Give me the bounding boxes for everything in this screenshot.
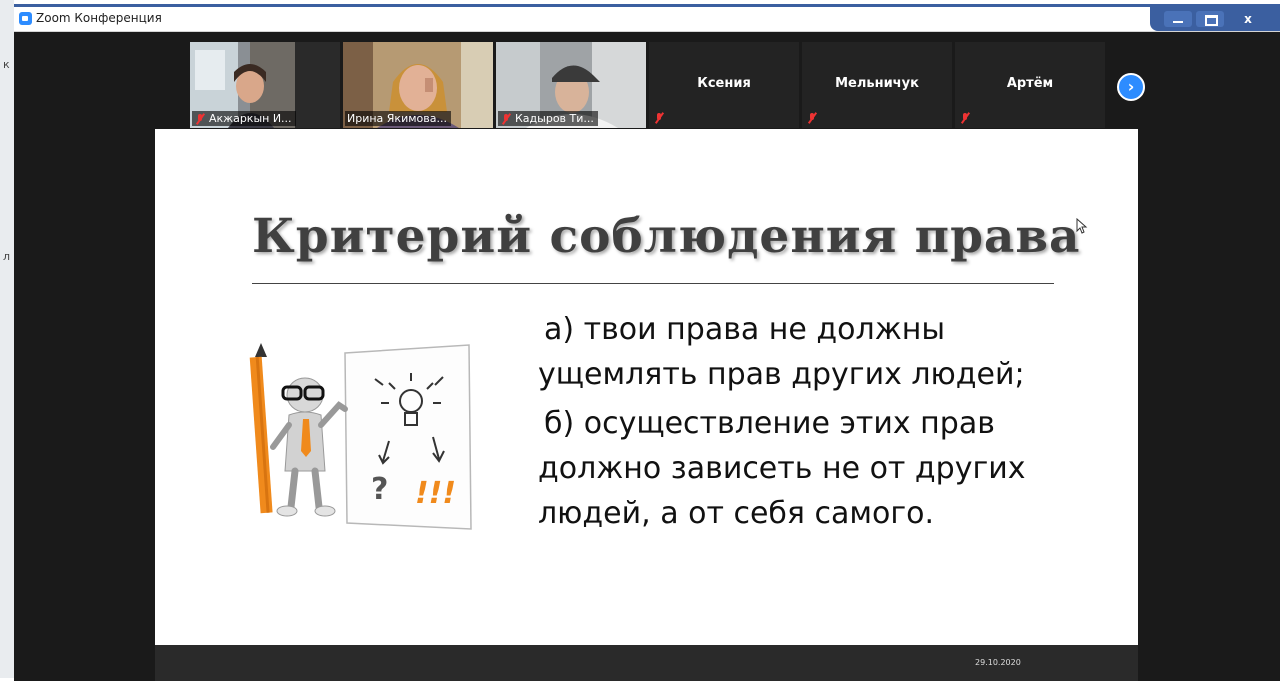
slide-body: а) твои права не должны ущемлять прав др… xyxy=(538,307,1098,540)
participant-tile[interactable]: Акжаркын И... xyxy=(190,42,340,128)
maximize-icon xyxy=(1205,15,1218,26)
slide-date: 29.10.2020 xyxy=(975,658,1021,667)
participant-name: Акжаркын И... xyxy=(209,112,292,125)
slide-point-b: б) осуществление этих прав должно зависе… xyxy=(538,406,1026,531)
slide-footer: 29.10.2020 xyxy=(155,645,1138,681)
zoom-meeting-window: Zoom Конференция x Акжаркын И... Ирина Я… xyxy=(14,4,1280,681)
idea-person-illustration: ? !!! xyxy=(249,343,472,530)
slide-point-a: а) твои права не должны ущемлять прав др… xyxy=(538,312,1025,392)
participant-tile[interactable]: Артём xyxy=(955,42,1105,128)
mic-muted-icon xyxy=(653,112,665,124)
participant-tile-active[interactable]: Кадыров Ти... xyxy=(496,42,646,128)
minimize-icon xyxy=(1173,21,1183,23)
close-button[interactable]: x xyxy=(1234,11,1262,27)
desktop-background: к л xyxy=(0,0,14,678)
participant-name-label: Акжаркын И... xyxy=(192,111,296,126)
participant-name: Мельничук xyxy=(835,76,919,91)
minimize-button[interactable] xyxy=(1164,11,1192,27)
desktop-edge-text: к xyxy=(3,58,10,71)
participant-strip: Акжаркын И... Ирина Якимова... Кадыров Т… xyxy=(190,42,1105,128)
participant-name: Кадыров Ти... xyxy=(515,112,594,125)
zoom-app-icon xyxy=(19,12,32,25)
window-controls: x xyxy=(1150,7,1280,31)
chevron-right-icon: › xyxy=(1127,77,1135,96)
participant-name: Ирина Якимова... xyxy=(347,112,447,125)
participant-tile[interactable]: Мельничук xyxy=(802,42,952,128)
mouse-cursor-icon xyxy=(1076,218,1088,234)
exclamation-marks: !!! xyxy=(415,476,456,511)
mic-muted-icon xyxy=(500,113,512,125)
mic-muted-icon xyxy=(194,113,206,125)
participant-name: Артём xyxy=(1006,76,1054,91)
window-title: Zoom Конференция xyxy=(36,11,162,25)
mic-muted-icon xyxy=(959,112,971,124)
participant-tile[interactable]: Ксения xyxy=(649,42,799,128)
maximize-button[interactable] xyxy=(1196,11,1224,27)
participant-name: Ксения xyxy=(697,76,751,91)
participant-tile[interactable]: Ирина Якимова... xyxy=(343,42,493,128)
desktop-edge-text: л xyxy=(3,250,11,263)
title-bar[interactable]: Zoom Конференция x xyxy=(14,7,1280,32)
next-participants-button[interactable]: › xyxy=(1117,73,1145,101)
slide-title: Критерий соблюдения права xyxy=(252,209,1081,264)
participant-name-label: Кадыров Ти... xyxy=(498,111,598,126)
slide-divider xyxy=(252,283,1054,284)
mic-muted-icon xyxy=(806,112,818,124)
shared-screen-slide: Критерий соблюдения права ? !!! а) твои … xyxy=(155,129,1138,645)
question-mark: ? xyxy=(371,472,388,507)
participant-name-label: Ирина Якимова... xyxy=(345,111,451,126)
